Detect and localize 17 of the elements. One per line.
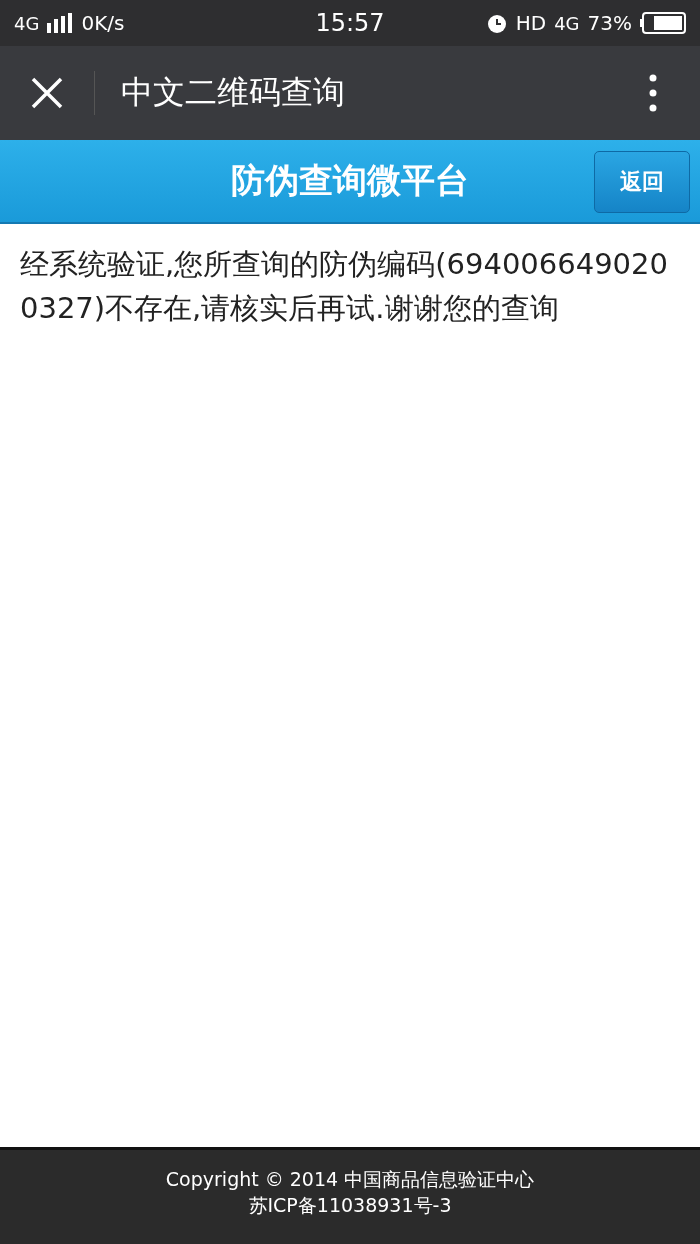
page-title: 中文二维码查询 (121, 72, 346, 113)
header-title: 防伪查询微平台 (231, 159, 469, 202)
network-speed: 0K/s (81, 11, 125, 35)
battery-percent: 73% (587, 11, 632, 35)
signal-icon (47, 13, 74, 33)
data-network-label: 4G (554, 12, 580, 34)
alarm-icon (485, 12, 508, 34)
footer-text: Copyright © 2014 中国商品信息验证中心 (165, 1167, 535, 1192)
result-message: 经系统验证,您所查询的防伪编码(6940066490200327)不存在,请核实后再试.谢谢您的查询 (20, 246, 669, 327)
hd-label: HD (515, 11, 547, 35)
footer-text: 苏ICP备11038931号-3 (248, 1193, 452, 1218)
network-label: 4G (14, 12, 40, 34)
back-button[interactable]: 返回 (594, 151, 690, 213)
close-icon (31, 77, 63, 109)
clock: 15:57 (315, 9, 385, 37)
battery-icon (640, 12, 686, 34)
more-icon (649, 74, 657, 112)
